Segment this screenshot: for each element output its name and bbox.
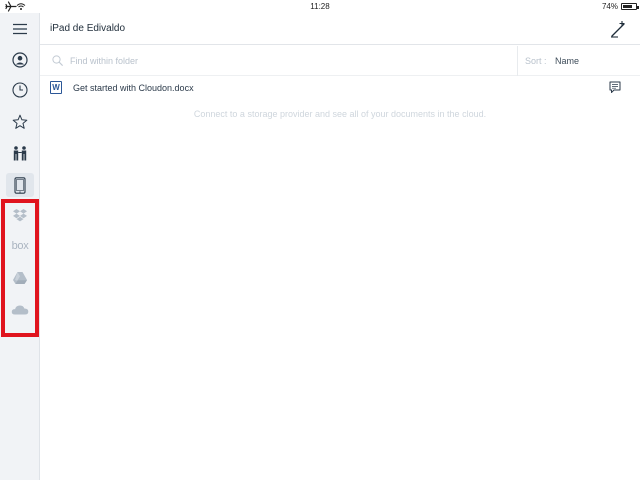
status-bar: 11:28 74% (0, 0, 640, 13)
main-panel: iPad de Edivaldo Sort : Name W Get start… (40, 13, 640, 480)
file-row[interactable]: W Get started with Cloudon.docx (40, 77, 640, 99)
user-account-icon[interactable] (6, 48, 34, 72)
box-icon[interactable]: box (6, 234, 34, 258)
battery-level-fill (623, 5, 632, 8)
sort-control[interactable]: Sort : Name (525, 56, 579, 66)
star-favorites-icon[interactable] (6, 110, 34, 134)
word-doc-icon: W (50, 81, 62, 94)
header-bar: iPad de Edivaldo (40, 13, 640, 45)
battery-nub (637, 6, 639, 9)
search-input[interactable] (70, 53, 510, 69)
google-drive-icon[interactable] (6, 266, 34, 290)
dropbox-icon[interactable] (6, 203, 34, 227)
status-time: 11:28 (310, 2, 330, 11)
battery-percent: 74% (601, 2, 618, 11)
hamburger-menu-icon[interactable] (6, 17, 34, 41)
shared-people-icon[interactable] (6, 141, 34, 165)
sort-label: Sort : (525, 56, 547, 66)
ipad-device-icon[interactable] (6, 173, 34, 197)
sort-divider (517, 46, 518, 76)
sort-value[interactable]: Name (555, 56, 579, 66)
search-icon (52, 55, 63, 66)
sidebar: box (0, 13, 40, 480)
empty-state-hint: Connect to a storage provider and see al… (193, 109, 487, 119)
battery-icon (621, 3, 639, 10)
page-title: iPad de Edivaldo (50, 23, 126, 34)
search-bar: Sort : Name (40, 46, 640, 76)
comment-icon[interactable] (609, 81, 621, 94)
onedrive-cloud-icon[interactable] (6, 297, 34, 321)
compose-edit-icon[interactable] (608, 19, 628, 39)
clock-recent-icon[interactable] (6, 78, 34, 102)
box-logo-text: box (11, 240, 29, 252)
file-name[interactable]: Get started with Cloudon.docx (73, 83, 194, 93)
